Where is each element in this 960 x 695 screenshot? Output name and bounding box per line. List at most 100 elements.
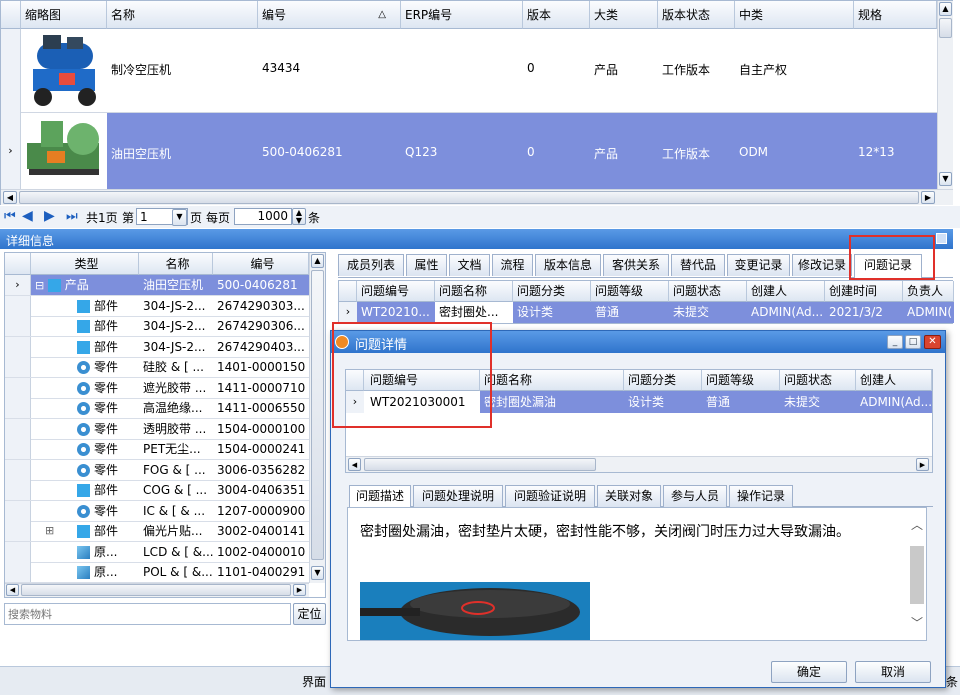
- row-indicator[interactable]: [5, 418, 31, 439]
- col-issue-status[interactable]: 问题状态: [780, 370, 856, 391]
- tree-row[interactable]: 零件 FOG & [ ... 3006-0356282: [5, 459, 309, 481]
- search-material-input[interactable]: [4, 603, 291, 625]
- scroll-up-icon[interactable]: ▲: [939, 2, 952, 16]
- locate-button[interactable]: 定位: [293, 603, 326, 625]
- col-issue-creator[interactable]: 创建人: [856, 370, 932, 391]
- stepper-icon[interactable]: ▲ ▼: [292, 208, 306, 225]
- col-issue-level[interactable]: 问题等级: [591, 281, 669, 302]
- table-row-selected[interactable]: › WT20210... 密封圈处... 设计类 普通 未提交 ADMIN(Ad…: [339, 302, 954, 323]
- tab-process[interactable]: 流程: [492, 254, 533, 276]
- tree-row[interactable]: 零件 IC & [ & ... 1207-0000900: [5, 500, 309, 522]
- maximize-icon[interactable]: □: [905, 335, 921, 349]
- top-grid-vscrollbar[interactable]: ▲ ▼: [937, 1, 953, 189]
- dialog-grid-hscrollbar[interactable]: ◀ ▶: [346, 456, 932, 472]
- col-mid[interactable]: 中类: [735, 1, 854, 29]
- row-indicator[interactable]: [5, 295, 31, 316]
- row-indicator[interactable]: [5, 336, 31, 357]
- page-number-select[interactable]: 1 ▼: [136, 208, 188, 226]
- row-indicator[interactable]: [5, 562, 31, 582]
- col-issue-owner[interactable]: 负责人: [903, 281, 954, 302]
- tree-row-selected[interactable]: › ⊟ 产品 油田空压机 500-0406281: [5, 275, 309, 296]
- row-indicator[interactable]: [1, 29, 21, 113]
- tree-col-code[interactable]: 编号: [213, 253, 309, 275]
- col-issue-time[interactable]: 创建时间: [825, 281, 903, 302]
- tab-issue-description[interactable]: 问题描述: [349, 485, 411, 509]
- scroll-right-icon[interactable]: ▶: [921, 191, 935, 204]
- col-issue-category[interactable]: 问题分类: [513, 281, 591, 302]
- collapse-icon[interactable]: ⊟: [35, 279, 48, 292]
- chevron-down-icon[interactable]: ﹀: [911, 614, 923, 631]
- scroll-down-icon[interactable]: ▼: [311, 566, 324, 580]
- next-page-icon[interactable]: ▶: [44, 208, 55, 224]
- tab-version-info[interactable]: 版本信息: [535, 254, 601, 276]
- tab-substitutes[interactable]: 替代品: [671, 254, 725, 276]
- col-issue-name[interactable]: 问题名称: [480, 370, 624, 391]
- tree-col-name[interactable]: 名称: [139, 253, 213, 275]
- row-indicator[interactable]: [5, 541, 31, 562]
- tree-row[interactable]: 原... LCD & [ &... 1002-0400010: [5, 541, 309, 563]
- prev-page-icon[interactable]: ◀: [22, 208, 33, 224]
- tree-vscrollbar[interactable]: ▲ ▼: [309, 253, 325, 583]
- table-row-selected[interactable]: › 油田空压机 500-0406281 Q123 0 产品 工作版本 ODM 1…: [1, 113, 937, 189]
- col-issue-name[interactable]: 问题名称: [435, 281, 513, 302]
- row-pointer-icon[interactable]: ›: [339, 302, 357, 323]
- last-page-icon[interactable]: ⏭: [66, 209, 78, 224]
- tree-row[interactable]: 零件 透明胶带 ... 1504-0000100: [5, 418, 309, 440]
- scroll-thumb[interactable]: [364, 458, 596, 471]
- tab-issue-records[interactable]: 问题记录: [854, 254, 922, 278]
- scroll-thumb[interactable]: [910, 546, 924, 604]
- tab-documents[interactable]: 文档: [449, 254, 490, 276]
- tab-change-records[interactable]: 变更记录: [727, 254, 790, 276]
- row-indicator[interactable]: [5, 521, 31, 541]
- tree-row[interactable]: 零件 硅胶 & [ ... 1401-0000150: [5, 357, 309, 378]
- row-indicator[interactable]: [5, 377, 31, 398]
- row-pointer-icon[interactable]: ›: [1, 113, 21, 189]
- tab-supplier-relation[interactable]: 客供关系: [603, 254, 669, 276]
- scroll-thumb[interactable]: [939, 18, 952, 38]
- chevron-up-icon[interactable]: ︿: [911, 516, 923, 533]
- tree-row[interactable]: 零件 高温绝缘... 1411-0006550: [5, 398, 309, 419]
- col-issue-id[interactable]: 问题编号: [364, 370, 480, 391]
- scroll-down-icon[interactable]: ▼: [939, 172, 952, 186]
- first-page-icon[interactable]: ⏮: [4, 209, 16, 224]
- tab-issue-handling[interactable]: 问题处理说明: [413, 485, 503, 507]
- chevron-down-icon[interactable]: ▼: [172, 209, 187, 226]
- tab-related-objects[interactable]: 关联对象: [597, 485, 661, 507]
- scroll-right-icon[interactable]: ▶: [293, 584, 306, 596]
- confirm-button[interactable]: 确定: [771, 661, 847, 683]
- col-spec[interactable]: 规格: [854, 1, 937, 29]
- row-indicator[interactable]: [5, 357, 31, 377]
- tree-row[interactable]: 部件 304-JS-2... 2674290303...: [5, 295, 309, 317]
- description-vscrollbar[interactable]: ︿ ﹀: [908, 508, 926, 640]
- minimize-icon[interactable]: _: [887, 335, 903, 349]
- table-row[interactable]: 制冷空压机 43434 0 产品 工作版本 自主产权: [1, 29, 937, 113]
- description-area[interactable]: 密封圈处漏油，密封垫片太硬，密封性能不够，关闭阀门时压力过大导致漏油。 ︿ ﹀: [347, 507, 927, 641]
- col-issue-status[interactable]: 问题状态: [669, 281, 747, 302]
- scroll-right-icon[interactable]: ▶: [916, 458, 929, 471]
- tree-row[interactable]: 零件 遮光胶带 ... 1411-0000710: [5, 377, 309, 399]
- row-indicator[interactable]: [5, 316, 31, 336]
- pin-icon[interactable]: [936, 233, 947, 244]
- col-erp[interactable]: ERP编号: [401, 1, 523, 29]
- scroll-left-icon[interactable]: ◀: [348, 458, 361, 471]
- close-icon[interactable]: ✕: [924, 335, 941, 349]
- tree-row[interactable]: 零件 PET无尘... 1504-0000241: [5, 439, 309, 460]
- scroll-left-icon[interactable]: ◀: [3, 191, 17, 204]
- col-code[interactable]: 编号 △: [258, 1, 401, 29]
- col-issue-level[interactable]: 问题等级: [702, 370, 780, 391]
- scroll-up-icon[interactable]: ▲: [311, 254, 324, 268]
- row-indicator[interactable]: [5, 459, 31, 480]
- tab-operation-log[interactable]: 操作记录: [729, 485, 793, 507]
- tab-attributes[interactable]: 属性: [406, 254, 447, 276]
- scroll-thumb[interactable]: [21, 584, 291, 596]
- col-issue-category[interactable]: 问题分类: [624, 370, 702, 391]
- scroll-thumb[interactable]: [311, 270, 324, 560]
- row-pointer-icon[interactable]: ›: [5, 275, 31, 295]
- tree-row[interactable]: 部件 304-JS-2... 2674290306...: [5, 316, 309, 337]
- col-status[interactable]: 版本状态: [658, 1, 735, 29]
- col-category[interactable]: 大类: [590, 1, 658, 29]
- cancel-button[interactable]: 取消: [855, 661, 931, 683]
- tab-participants[interactable]: 参与人员: [663, 485, 727, 507]
- scroll-left-icon[interactable]: ◀: [6, 584, 19, 596]
- tree-row[interactable]: ⊞ 部件 偏光片贴... 3002-0400141: [5, 521, 309, 542]
